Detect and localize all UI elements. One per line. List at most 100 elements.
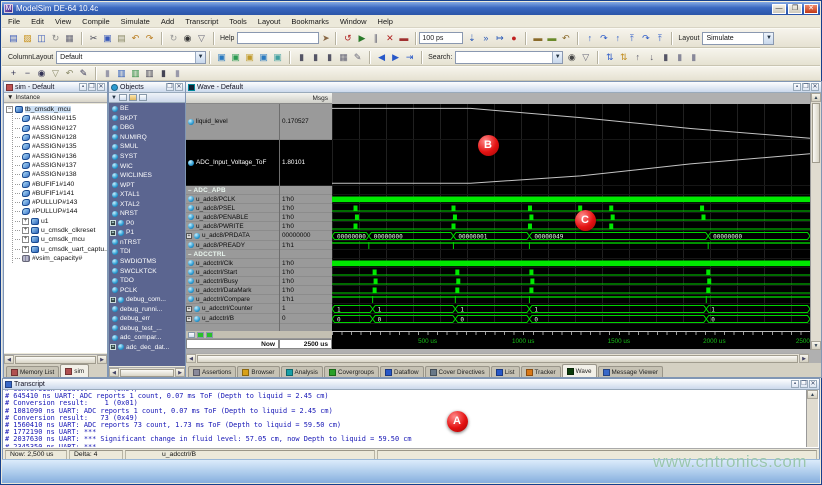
expand-all-icon[interactable]: ▥: [143, 67, 156, 80]
sim-panel-header[interactable]: sim - Default ▪ ❐ ✕: [4, 82, 107, 93]
object-signal-row[interactable]: debug_runni...: [109, 304, 185, 314]
tab-memory-list[interactable]: Memory List: [6, 366, 59, 377]
zoom-out-icon[interactable]: −: [21, 67, 34, 80]
stop-sim-icon[interactable]: ✕: [383, 32, 396, 45]
objects-panel-header[interactable]: Objects ❐ ✕: [109, 82, 185, 93]
cut-icon[interactable]: ✂: [87, 32, 100, 45]
collapse-all-icon[interactable]: ▮: [157, 67, 170, 80]
wave-signal-name[interactable]: +u_adcctrl/B: [186, 314, 279, 324]
filter-icon[interactable]: ▽: [195, 32, 208, 45]
cursor-lock-icon[interactable]: ▮: [323, 51, 336, 64]
chevron-down-icon[interactable]: ▼: [195, 52, 205, 63]
tree-item[interactable]: +u_cmsdk_mcu: [13, 235, 107, 244]
undock-icon[interactable]: ❐: [802, 83, 810, 91]
undock-icon[interactable]: ❐: [800, 380, 808, 388]
object-signal-row[interactable]: +debug_com...: [109, 295, 185, 305]
step-over-icon[interactable]: ↷: [597, 32, 610, 45]
wave-signal-name[interactable]: u_adcctrl/DataMark: [186, 286, 279, 295]
tree-item[interactable]: #ASSIGN#115: [13, 114, 107, 123]
copy-icon[interactable]: ▣: [101, 32, 114, 45]
tree-item[interactable]: #ASSIGN#128: [13, 133, 107, 142]
zoom-last-icon[interactable]: ↶: [63, 67, 76, 80]
expand-icon[interactable]: +: [110, 230, 116, 236]
save-icon[interactable]: ◫: [35, 32, 48, 45]
tab-message-viewer[interactable]: Message Viewer: [598, 366, 663, 377]
pause-icon[interactable]: ∥: [369, 32, 382, 45]
tab-covergroups[interactable]: Covergroups: [324, 366, 379, 377]
object-signal-row[interactable]: XTAL1: [109, 190, 185, 200]
wave-cursor2-icon[interactable]: ⇅: [617, 51, 630, 64]
cursor-add-icon[interactable]: ▮: [295, 51, 308, 64]
transcript-header[interactable]: Transcript ▪ ❐ ✕: [3, 379, 819, 390]
close-icon[interactable]: ✕: [809, 380, 817, 388]
search-opts-icon[interactable]: ▽: [579, 51, 592, 64]
add-list-icon[interactable]: ▣: [257, 51, 270, 64]
wave-signal-value[interactable]: 1'h0: [280, 204, 332, 213]
redo-icon[interactable]: ↷: [143, 32, 156, 45]
cursor-green1-icon[interactable]: [197, 332, 204, 338]
wave-cursor1-icon[interactable]: ⇅: [603, 51, 616, 64]
search-input[interactable]: ▼: [455, 51, 563, 64]
tab-browser[interactable]: Browser: [237, 366, 279, 377]
objects-options-icon[interactable]: [129, 94, 137, 101]
wave-signal-name[interactable]: u_adcctrl/Busy: [186, 277, 279, 286]
run-all-icon[interactable]: »: [479, 32, 492, 45]
tree-item[interactable]: #BUFIF1#141: [13, 189, 107, 198]
close-icon[interactable]: ✕: [97, 83, 105, 91]
object-signal-row[interactable]: DBG: [109, 123, 185, 133]
tree-item[interactable]: #ASSIGN#136: [13, 151, 107, 160]
find-icon[interactable]: ◉: [181, 32, 194, 45]
expand-icon[interactable]: +: [186, 316, 192, 322]
undo-icon[interactable]: ↶: [129, 32, 142, 45]
menu-item-simulate[interactable]: Simulate: [121, 17, 150, 26]
add-wave2-icon[interactable]: ▣: [229, 51, 242, 64]
tree-item[interactable]: #PULLUP#144: [13, 207, 107, 216]
object-signal-row[interactable]: PCLK: [109, 285, 185, 295]
collapse-icon[interactable]: −: [6, 106, 13, 113]
object-signal-row[interactable]: SWDIOTMS: [109, 257, 185, 267]
expand-icon[interactable]: +: [22, 218, 29, 225]
find-next-edge-icon[interactable]: ▶: [389, 51, 402, 64]
tab-wave[interactable]: Wave: [562, 364, 597, 377]
add-wave-icon[interactable]: ▣: [215, 51, 228, 64]
new-file-icon[interactable]: ▤: [7, 32, 20, 45]
wave-signal-value[interactable]: 1: [280, 304, 332, 314]
cursor-del-icon[interactable]: ▮: [309, 51, 322, 64]
object-signal-row[interactable]: +P0: [109, 219, 185, 229]
objects-filter-icon[interactable]: [119, 94, 127, 101]
wave-signal-value[interactable]: 00000000: [280, 231, 332, 241]
wave-signal-name[interactable]: u_adcctrl/Compare: [186, 295, 279, 304]
objects-hscrollbar[interactable]: ◀▶: [109, 367, 185, 377]
object-signal-row[interactable]: TDI: [109, 247, 185, 257]
menu-item-tools[interactable]: Tools: [229, 17, 247, 26]
tree-item[interactable]: #ASSIGN#127: [13, 124, 107, 133]
object-signal-row[interactable]: XTAL2: [109, 199, 185, 209]
wave-panel-header[interactable]: Wave - Default ▪ ❐ ✕: [186, 82, 821, 93]
chevron-down-icon[interactable]: ▼: [552, 52, 562, 63]
wave-signal-value[interactable]: 1'h0: [280, 213, 332, 222]
edit-pen-icon[interactable]: ✎: [351, 51, 364, 64]
wave-signal-name[interactable]: u_adc8/PREADY: [186, 241, 279, 250]
cursor-add-icon[interactable]: [188, 332, 195, 338]
menu-item-compile[interactable]: Compile: [82, 17, 110, 26]
expand-icon[interactable]: +: [186, 233, 192, 239]
wave-group-row[interactable]: – ADC_APB: [186, 186, 279, 195]
search-exec-icon[interactable]: ◉: [565, 51, 578, 64]
object-signal-row[interactable]: adc_compar...: [109, 333, 185, 343]
tab-analysis[interactable]: Analysis: [281, 366, 323, 377]
object-signal-row[interactable]: NUMIRQ: [109, 133, 185, 143]
wave-timeline[interactable]: 500 us1000 us1500 us2000 us2500: [332, 331, 810, 349]
title-bar[interactable]: M ModelSim DE-64 10.4c — ❐ ✕: [2, 2, 820, 15]
continue-icon[interactable]: ↦: [493, 32, 506, 45]
paste-icon[interactable]: ▤: [115, 32, 128, 45]
add-log-icon[interactable]: ▣: [271, 51, 284, 64]
wave-hscrollbar[interactable]: ◀▶: [186, 353, 809, 363]
tab-assertions[interactable]: Assertions: [188, 366, 236, 377]
collapse-time-icon[interactable]: ▥: [129, 67, 142, 80]
tree-item[interactable]: #ASSIGN#138: [13, 170, 107, 179]
wave-tool1-icon[interactable]: ▮: [659, 51, 672, 64]
wave-signal-name[interactable]: u_adc8/PSEL: [186, 204, 279, 213]
menu-item-view[interactable]: View: [55, 17, 71, 26]
object-signal-row[interactable]: SYST: [109, 152, 185, 162]
menu-item-window[interactable]: Window: [340, 17, 367, 26]
